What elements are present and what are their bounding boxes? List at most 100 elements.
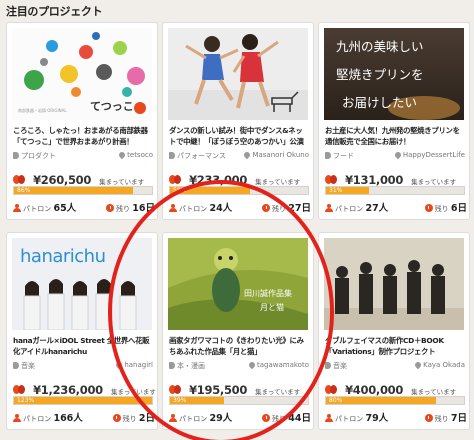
clock-icon	[262, 414, 271, 422]
project-card[interactable]: hanarichu hanaガール×iDOL Street 全世界へ花販化アイド…	[6, 232, 158, 430]
patron-count: パトロン 27人	[325, 200, 388, 214]
amount-label: 集まっています	[255, 388, 301, 396]
funding-amount: ¥131,000 集まっています	[325, 169, 467, 187]
project-thumbnail[interactable]: 九州の美味しい 堅焼きプリンを お届けしたい	[324, 28, 464, 120]
amount-value: ¥260,500	[33, 173, 92, 187]
funding-amount: ¥233,000 集まっています	[169, 169, 311, 187]
progress-bar: 86%	[13, 186, 153, 195]
owner-link[interactable]: tetsoco	[117, 150, 153, 160]
project-title[interactable]: ダブルフェイマスの新作CD＋BOOK「Variations」制作プロジェクト	[325, 335, 465, 357]
brand-badge-icon	[134, 102, 146, 114]
patron-value: 166人	[53, 413, 83, 424]
remain-value: 27日	[288, 203, 311, 214]
project-stats: パトロン 24人 残り 27日	[169, 200, 311, 214]
project-card[interactable]: 田川誠作品集 月と猫 画家タガワマコトの《きわりたい光》にみちあふれた作品集「月…	[162, 232, 314, 430]
owner-link[interactable]: hanagirl	[115, 360, 153, 370]
project-title[interactable]: 画家タガワマコトの《きわりたい光》にみちあふれた作品集「月と猫」	[169, 335, 309, 357]
project-thumbnail[interactable]	[324, 238, 464, 330]
project-meta: 本・漫画 tagawamakoto	[169, 360, 309, 373]
owner-link[interactable]: Masanori Okuno	[243, 150, 309, 160]
owner-link[interactable]: HappyDessertLife	[393, 150, 465, 160]
owner-label: HappyDessertLife	[402, 151, 465, 159]
category-link[interactable]: 本・漫画	[169, 361, 205, 371]
progress-bar: 58%	[169, 186, 309, 195]
days-left: 残り 7日	[424, 410, 467, 424]
location-icon	[413, 360, 423, 370]
project-card[interactable]: てつっこ 南部鉄器・岩鋳 ORIGINAL ころころ、しゃたっ！おまあがる南部鉄…	[6, 22, 158, 220]
project-title[interactable]: ダンスの新しい試み！街中でダンス&ネットで中継！「ぼうぼう空のあつかい」公演	[169, 125, 309, 147]
money-icon	[169, 385, 182, 395]
tag-icon	[13, 152, 19, 159]
project-stats: パトロン 29人 残り 44日	[169, 410, 311, 424]
project-card[interactable]: 九州の美味しい 堅焼きプリンを お届けしたい お土産に大人気！九州発の堅焼きプリ…	[318, 22, 470, 220]
days-left: 残り 16日	[106, 200, 155, 214]
remain-label: 残り	[272, 415, 287, 423]
patron-label: パトロン	[179, 205, 208, 213]
progress-bar: 80%	[325, 396, 465, 405]
project-title[interactable]: ころころ、しゃたっ！おまあがる南部鉄器「てつっこ」で世界おまあがり計画！	[13, 125, 153, 147]
project-meta: パフォーマンス Masanori Okuno	[169, 150, 309, 163]
category-link[interactable]: 音楽	[325, 361, 347, 371]
tag-icon	[169, 152, 175, 159]
remain-label: 残り	[122, 415, 137, 423]
project-card[interactable]: ダブルフェイマスの新作CD＋BOOK「Variations」制作プロジェクト 音…	[318, 232, 470, 430]
amount-label: 集まっています	[411, 388, 457, 396]
patron-value: 65人	[53, 203, 77, 214]
money-icon	[325, 385, 338, 395]
project-card[interactable]: ダンスの新しい試み！街中でダンス&ネットで中継！「ぼうぼう空のあつかい」公演 パ…	[162, 22, 314, 220]
location-icon	[115, 360, 124, 370]
project-meta: 音楽 hanagirl	[13, 360, 153, 373]
thumb-line-2: 月と猫	[260, 303, 284, 312]
category-link[interactable]: プロダクト	[13, 151, 56, 161]
thumb-sub-text: 南部鉄器・岩鋳 ORIGINAL	[18, 108, 67, 113]
category-link[interactable]: フード	[325, 151, 354, 161]
category-link[interactable]: パフォーマンス	[169, 151, 226, 161]
amount-label: 集まっています	[411, 178, 457, 186]
band-photo-thumbnail-image	[324, 238, 464, 330]
progress-percent: 86%	[17, 187, 31, 194]
remain-value: 16日	[132, 203, 155, 214]
days-left: 残り 27日	[262, 200, 311, 214]
amount-label: 集まっています	[99, 178, 145, 186]
category-label: パフォーマンス	[177, 152, 226, 160]
progress-fill	[14, 187, 133, 194]
person-icon	[13, 414, 21, 422]
patron-label: パトロン	[335, 205, 364, 213]
progress-fill	[14, 397, 152, 404]
owner-link[interactable]: Kaya Okada	[413, 360, 465, 370]
project-thumbnail[interactable]: 田川誠作品集 月と猫	[168, 238, 308, 330]
remain-value: 2日	[138, 413, 155, 424]
progress-percent: 58%	[173, 187, 187, 194]
patron-label: パトロン	[179, 415, 208, 423]
clock-icon	[424, 204, 433, 212]
project-thumbnail[interactable]: てつっこ 南部鉄器・岩鋳 ORIGINAL	[12, 28, 152, 120]
remain-label: 残り	[272, 205, 287, 213]
project-stats: パトロン 79人 残り 7日	[325, 410, 467, 424]
category-label: 音楽	[21, 362, 35, 370]
amount-value: ¥195,500	[189, 383, 248, 397]
amount-label: 集まっています	[110, 388, 156, 396]
project-title[interactable]: hanaガール×iDOL Street 全世界へ花販化アイドルhanarichu	[13, 335, 153, 357]
category-link[interactable]: 音楽	[13, 361, 35, 371]
category-label: 本・漫画	[177, 362, 205, 370]
owner-label: Masanori Okuno	[252, 151, 309, 159]
money-icon	[13, 175, 26, 185]
owner-link[interactable]: tagawamakoto	[247, 360, 309, 370]
clock-icon	[112, 414, 121, 422]
tag-icon	[325, 152, 331, 159]
project-thumbnail[interactable]: hanarichu	[12, 238, 152, 330]
amount-value: ¥233,000	[189, 173, 248, 187]
funding-amount: ¥260,500 集まっています	[13, 169, 155, 187]
progress-percent: 31%	[329, 187, 343, 194]
project-stats: パトロン 65人 残り 16日	[13, 200, 155, 214]
section-title: 注目のプロジェクト	[6, 5, 103, 18]
project-meta: プロダクト tetsoco	[13, 150, 153, 163]
thumb-logo-text: てつっこ	[90, 100, 134, 113]
patron-value: 24人	[209, 203, 233, 214]
thumb-line-1: 九州の美味しい	[336, 39, 424, 54]
remain-value: 7日	[450, 413, 467, 424]
project-title[interactable]: お土産に大人気！九州発の堅焼きプリンを通信販売で全国にお届け！	[325, 125, 465, 147]
clock-icon	[106, 204, 115, 212]
project-thumbnail[interactable]	[168, 28, 308, 120]
remain-label: 残り	[434, 415, 449, 423]
